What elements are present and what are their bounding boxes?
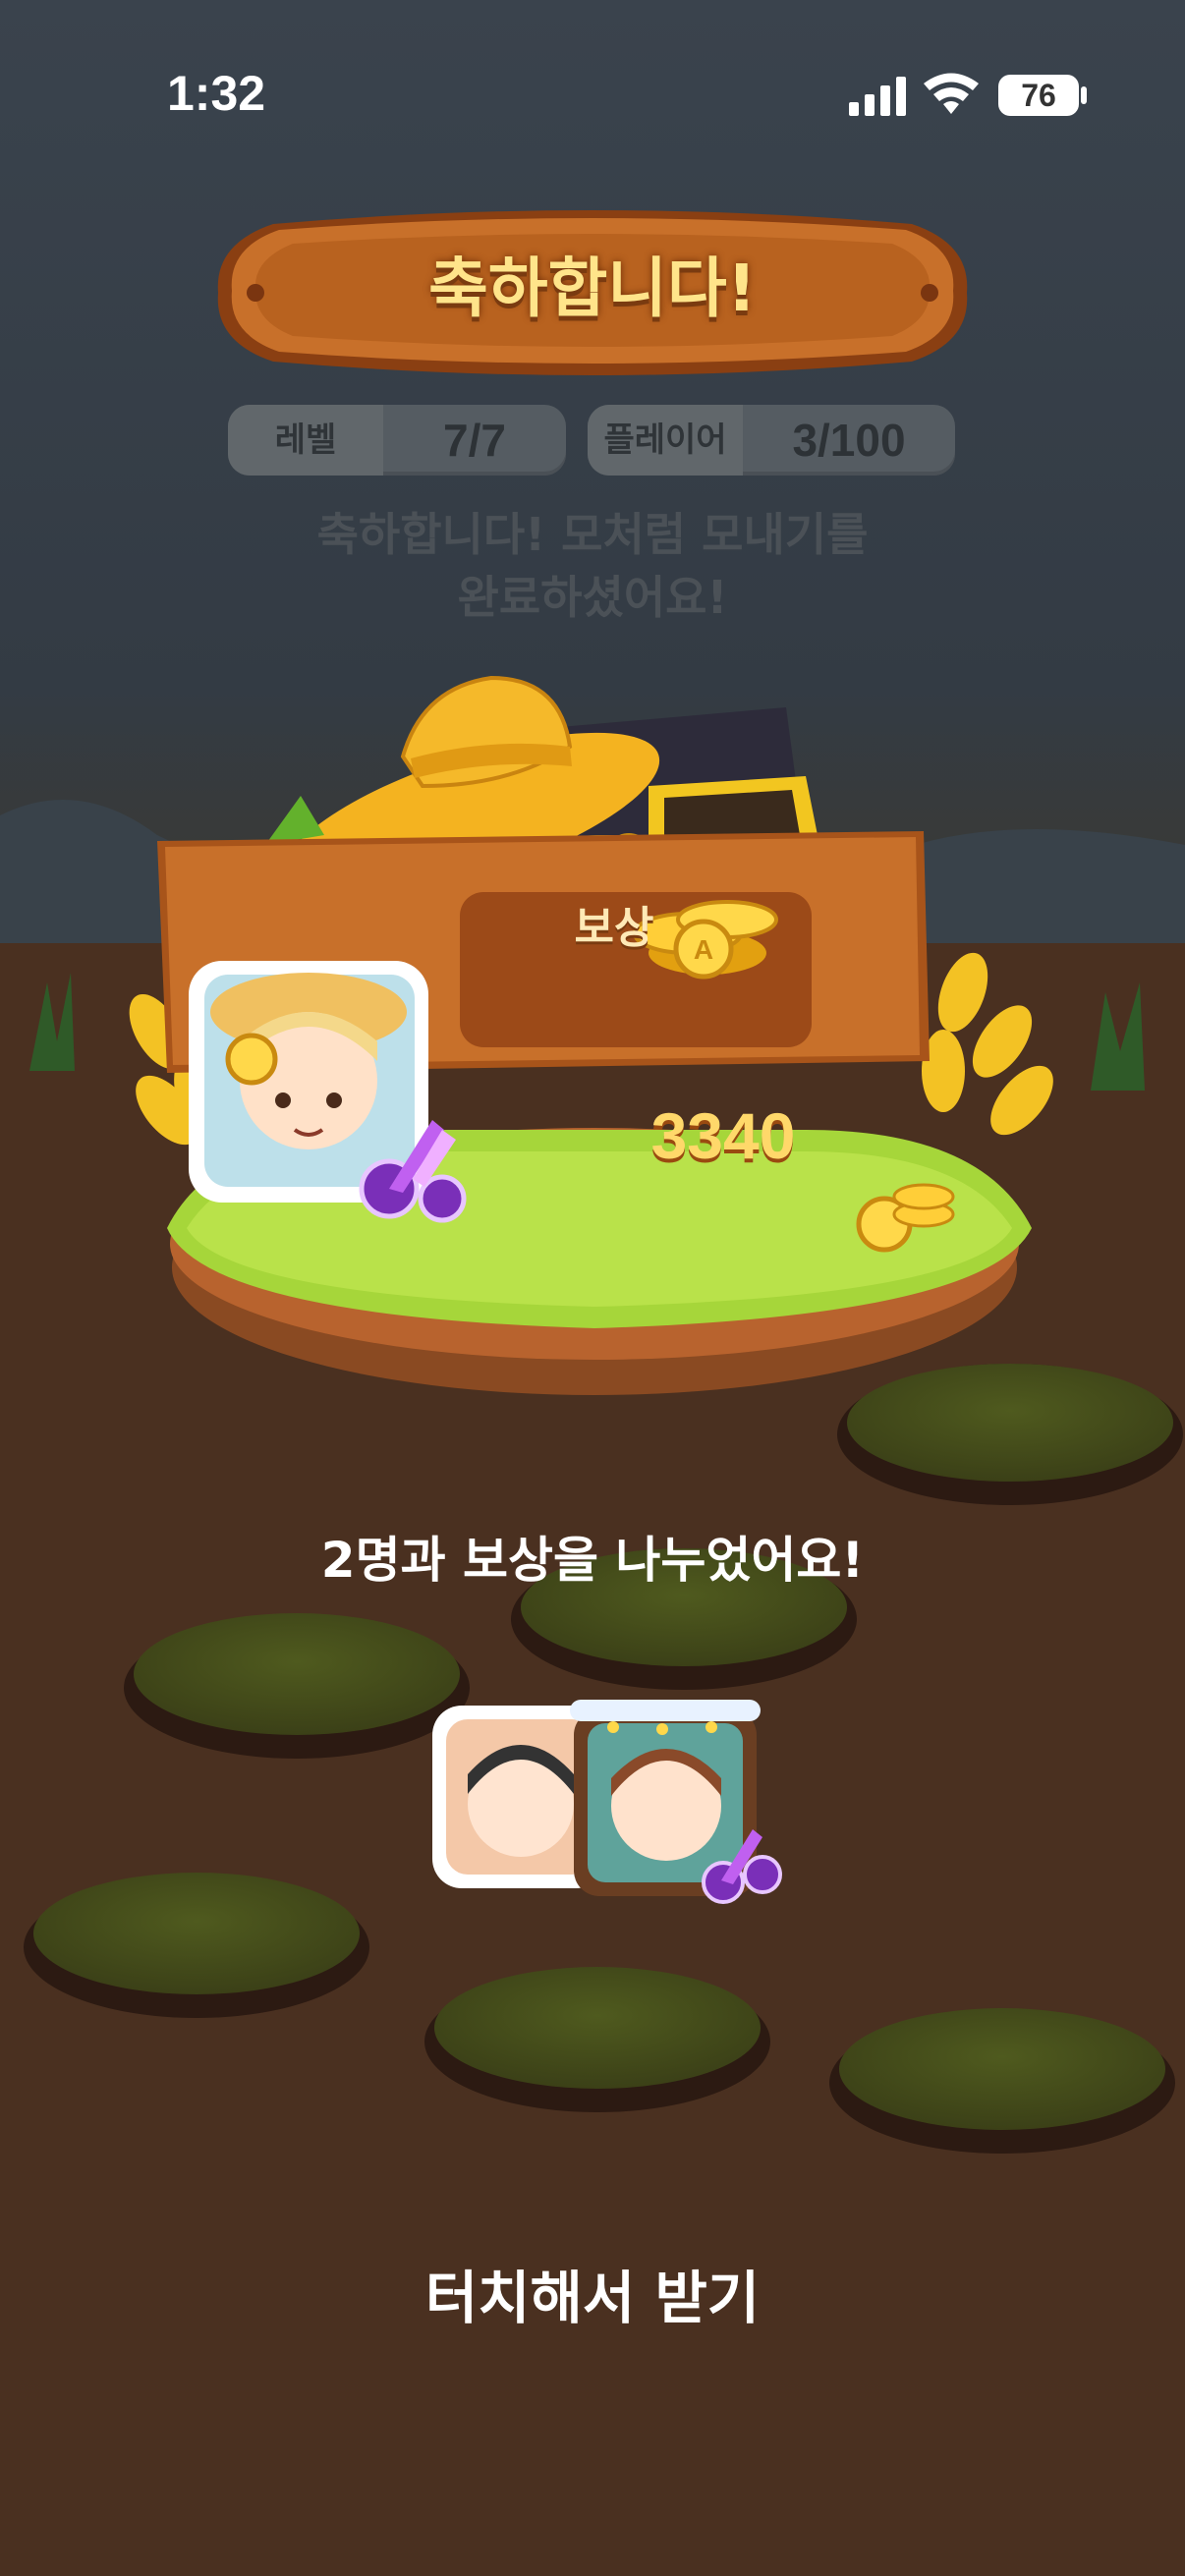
paddy-hole: [124, 1613, 470, 1759]
battery-tip: [1081, 86, 1087, 104]
wifi-icon: [924, 73, 979, 114]
level-value: 7/7: [443, 415, 506, 466]
touch-to-claim-button[interactable]: 터치해서 받기: [0, 2252, 1185, 2334]
reward-illustration: A: [129, 675, 1053, 1395]
player-label: 플레이어: [588, 405, 743, 476]
message-line-2: 완료하셨어요!: [457, 571, 728, 624]
share-message: 2명과 보상을 나누었어요!: [320, 1532, 865, 1589]
reward-amount: 3340: [650, 1099, 796, 1172]
signal-icon: [849, 77, 906, 116]
shared-players: [432, 1700, 782, 1904]
status-time: 1:32: [167, 66, 266, 121]
level-stat: 레벨 7/7: [228, 405, 566, 476]
wheat-right: [922, 952, 1053, 1136]
paddy-hole: [24, 1873, 369, 2018]
battery-icon: 76: [998, 75, 1079, 116]
message-line-1: 축하합니다! 모처럼 모내기를: [316, 508, 869, 561]
reward-label: 보상: [574, 903, 654, 953]
page-title: 축하합니다!: [428, 251, 757, 326]
coin-icon: [225, 1033, 278, 1086]
level-label: 레벨: [228, 405, 383, 476]
paddy-hole: [829, 2008, 1175, 2154]
player-value: 3/100: [792, 415, 906, 466]
paddy-hole: [424, 1967, 770, 2112]
completion-message: 축하합니다! 모처럼 모내기를 완료하셨어요!: [197, 503, 988, 629]
player-stat: 플레이어 3/100: [588, 405, 955, 476]
